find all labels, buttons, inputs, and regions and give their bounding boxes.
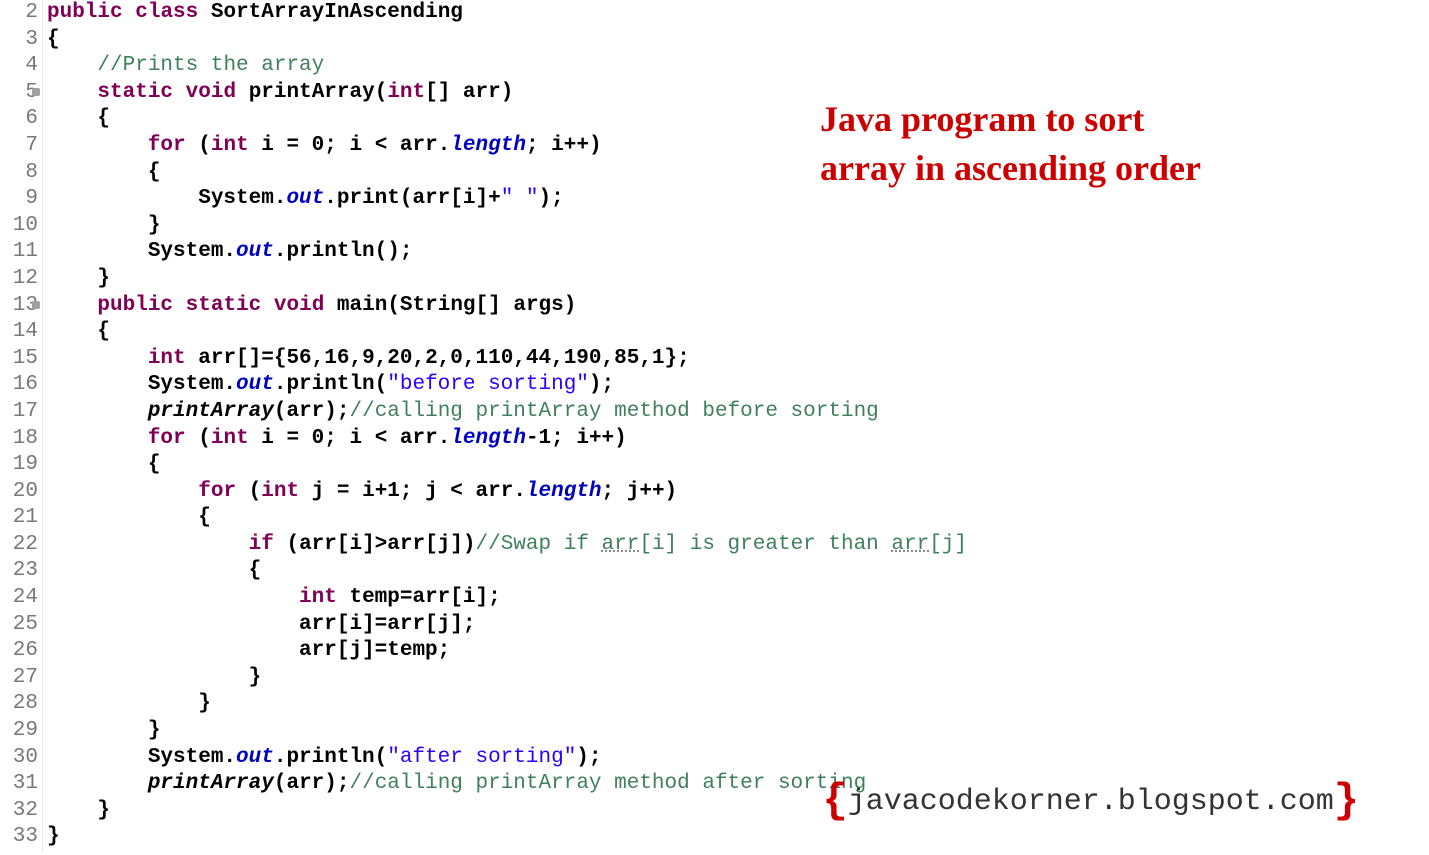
watermark: {javacodekorner.blogspot.com} [822, 777, 1359, 825]
code-line: } [47, 824, 967, 851]
line-number: 30 [0, 745, 38, 772]
code-line: System.out.println("after sorting"); [47, 745, 967, 772]
line-number: 33 [0, 824, 38, 851]
line-number-gutter: 2 3 4 5 6 7 8 9 10 11 12 13 14 15 16 17 … [0, 0, 43, 851]
line-number: 5 [0, 80, 38, 107]
code-line: } [47, 665, 967, 692]
line-number: 20 [0, 479, 38, 506]
code-line: } [47, 718, 967, 745]
code-line: public static void main(String[] args) [47, 293, 967, 320]
line-number: 31 [0, 771, 38, 798]
code-line: public class SortArrayInAscending [47, 0, 967, 27]
watermark-text: javacodekorner.blogspot.com [848, 785, 1334, 819]
title-line-2: array in ascending order [820, 144, 1201, 193]
line-number: 3 [0, 27, 38, 54]
line-number: 22 [0, 532, 38, 559]
code-line: for (int j = i+1; j < arr.length; j++) [47, 479, 967, 506]
code-line: { [47, 27, 967, 54]
line-number: 16 [0, 372, 38, 399]
line-number: 15 [0, 346, 38, 373]
line-number: 4 [0, 53, 38, 80]
line-number: 14 [0, 319, 38, 346]
line-number: 18 [0, 426, 38, 453]
line-number: 2 [0, 0, 38, 27]
code-editor: 2 3 4 5 6 7 8 9 10 11 12 13 14 15 16 17 … [0, 0, 1429, 851]
code-line: { [47, 505, 967, 532]
code-line: int arr[]={56,16,9,20,2,0,110,44,190,85,… [47, 346, 967, 373]
line-number: 13 [0, 293, 38, 320]
code-line: { [47, 319, 967, 346]
line-number: 24 [0, 585, 38, 612]
line-number: 21 [0, 505, 38, 532]
code-line: } [47, 213, 967, 240]
code-line: arr[i]=arr[j]; [47, 612, 967, 639]
line-number: 25 [0, 612, 38, 639]
code-line: for (int i = 0; i < arr.length-1; i++) [47, 426, 967, 453]
line-number: 28 [0, 691, 38, 718]
code-line: { [47, 452, 967, 479]
code-line: } [47, 691, 967, 718]
line-number: 10 [0, 213, 38, 240]
line-number: 7 [0, 133, 38, 160]
line-number: 12 [0, 266, 38, 293]
line-number: 19 [0, 452, 38, 479]
code-line: arr[j]=temp; [47, 638, 967, 665]
title-line-1: Java program to sort [820, 95, 1201, 144]
line-number: 27 [0, 665, 38, 692]
code-line: //Prints the array [47, 53, 967, 80]
line-number: 17 [0, 399, 38, 426]
line-number: 9 [0, 186, 38, 213]
line-number: 8 [0, 160, 38, 187]
code-line: } [47, 266, 967, 293]
line-number: 26 [0, 638, 38, 665]
line-number: 32 [0, 798, 38, 825]
code-line: int temp=arr[i]; [47, 585, 967, 612]
brace-open-icon: { [822, 777, 847, 825]
code-line: if (arr[i]>arr[j])//Swap if arr[i] is gr… [47, 532, 967, 559]
line-number: 11 [0, 239, 38, 266]
brace-close-icon: } [1334, 777, 1359, 825]
code-line: printArray(arr);//calling printArray met… [47, 399, 967, 426]
code-line: { [47, 558, 967, 585]
title-overlay: Java program to sort array in ascending … [820, 95, 1201, 192]
line-number: 6 [0, 106, 38, 133]
code-line: System.out.println("before sorting"); [47, 372, 967, 399]
code-line: System.out.println(); [47, 239, 967, 266]
line-number: 29 [0, 718, 38, 745]
line-number: 23 [0, 558, 38, 585]
